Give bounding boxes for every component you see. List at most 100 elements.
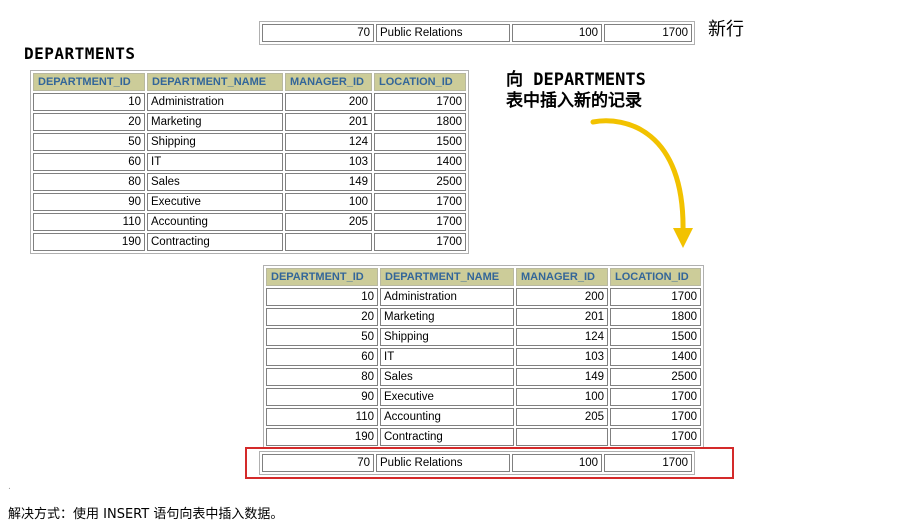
cell-department-name: Public Relations [376, 24, 510, 42]
cell-manager-id [285, 233, 372, 251]
cell-department-id: 80 [33, 173, 145, 191]
cell-location-id: 1400 [374, 153, 466, 171]
small-dot: . [8, 482, 11, 492]
new-row-table-top: 70 Public Relations 100 1700 [259, 21, 695, 45]
column-header-location-id: LOCATION_ID [610, 268, 701, 286]
cell-department-name: Marketing [147, 113, 283, 131]
cell-department-name: Administration [380, 288, 514, 306]
column-header-department-id: DEPARTMENT_ID [266, 268, 378, 286]
table-title: DEPARTMENTS [24, 44, 136, 63]
column-header-department-id: DEPARTMENT_ID [33, 73, 145, 91]
cell-location-id: 1800 [374, 113, 466, 131]
departments-table-original: DEPARTMENT_ID DEPARTMENT_NAME MANAGER_ID… [30, 70, 469, 254]
table-row: 80 Sales 149 2500 [266, 368, 701, 386]
table-row: 90 Executive 100 1700 [33, 193, 466, 211]
cell-department-id: 90 [266, 388, 378, 406]
cell-manager-id [516, 428, 608, 446]
cell-manager-id: 200 [516, 288, 608, 306]
cell-manager-id: 100 [285, 193, 372, 211]
cell-location-id: 2500 [610, 368, 701, 386]
table-row: 110 Accounting 205 1700 [266, 408, 701, 426]
cell-department-id: 20 [266, 308, 378, 326]
cell-department-id: 50 [266, 328, 378, 346]
cell-department-id: 50 [33, 133, 145, 151]
table-row: 50 Shipping 124 1500 [33, 133, 466, 151]
table-row: 90 Executive 100 1700 [266, 388, 701, 406]
cell-location-id: 1700 [610, 288, 701, 306]
table-row: 10 Administration 200 1700 [33, 93, 466, 111]
table-row: 110 Accounting 205 1700 [33, 213, 466, 231]
cell-location-id: 1700 [610, 408, 701, 426]
new-row-table-inserted: 70 Public Relations 100 1700 [259, 451, 695, 475]
table-row: 60 IT 103 1400 [266, 348, 701, 366]
cell-department-id: 110 [266, 408, 378, 426]
column-header-manager-id: MANAGER_ID [285, 73, 372, 91]
table-row: 190 Contracting 1700 [266, 428, 701, 446]
column-header-manager-id: MANAGER_ID [516, 268, 608, 286]
cell-manager-id: 149 [285, 173, 372, 191]
cell-department-name: Executive [380, 388, 514, 406]
cell-location-id: 1500 [374, 133, 466, 151]
cell-location-id: 1500 [610, 328, 701, 346]
cell-department-name: Contracting [147, 233, 283, 251]
callout-line-1: 向 DEPARTMENTS [506, 70, 646, 90]
cell-manager-id: 201 [285, 113, 372, 131]
cell-location-id: 1800 [610, 308, 701, 326]
cell-department-name: Accounting [380, 408, 514, 426]
cell-manager-id: 200 [285, 93, 372, 111]
cell-location-id: 1700 [604, 24, 692, 42]
cell-department-name: Sales [380, 368, 514, 386]
cell-department-id: 110 [33, 213, 145, 231]
cell-department-name: Marketing [380, 308, 514, 326]
cell-department-name: Shipping [147, 133, 283, 151]
column-header-location-id: LOCATION_ID [374, 73, 466, 91]
cell-location-id: 1700 [374, 213, 466, 231]
cell-manager-id: 124 [285, 133, 372, 151]
table-row: 10 Administration 200 1700 [266, 288, 701, 306]
cell-manager-id: 103 [516, 348, 608, 366]
cell-department-id: 20 [33, 113, 145, 131]
cell-department-name: IT [147, 153, 283, 171]
cell-location-id: 1700 [374, 93, 466, 111]
cell-manager-id: 205 [516, 408, 608, 426]
cell-department-id: 70 [262, 24, 374, 42]
cell-manager-id: 201 [516, 308, 608, 326]
cell-manager-id: 149 [516, 368, 608, 386]
table-row: 60 IT 103 1400 [33, 153, 466, 171]
cell-department-name: Shipping [380, 328, 514, 346]
cell-location-id: 1700 [374, 233, 466, 251]
cell-location-id: 1700 [374, 193, 466, 211]
cell-department-name: Accounting [147, 213, 283, 231]
cell-manager-id: 100 [512, 24, 602, 42]
cell-manager-id: 103 [285, 153, 372, 171]
cell-location-id: 1700 [610, 388, 701, 406]
cell-department-name: Executive [147, 193, 283, 211]
cell-department-id: 10 [266, 288, 378, 306]
cell-department-id: 60 [33, 153, 145, 171]
cell-manager-id: 205 [285, 213, 372, 231]
new-row-label: 新行 [708, 19, 744, 40]
cell-department-name: Public Relations [376, 454, 510, 472]
cell-department-id: 60 [266, 348, 378, 366]
cell-department-id: 190 [266, 428, 378, 446]
cell-department-id: 90 [33, 193, 145, 211]
cell-department-name: Contracting [380, 428, 514, 446]
column-header-department-name: DEPARTMENT_NAME [380, 268, 514, 286]
curved-arrow-icon [590, 118, 693, 248]
cell-department-id: 80 [266, 368, 378, 386]
cell-manager-id: 100 [516, 388, 608, 406]
table-header-row: DEPARTMENT_ID DEPARTMENT_NAME MANAGER_ID… [33, 73, 466, 91]
table-row: 80 Sales 149 2500 [33, 173, 466, 191]
cell-department-id: 10 [33, 93, 145, 111]
table-row: 70 Public Relations 100 1700 [262, 24, 692, 42]
cell-location-id: 1700 [610, 428, 701, 446]
cell-location-id: 2500 [374, 173, 466, 191]
table-header-row: DEPARTMENT_ID DEPARTMENT_NAME MANAGER_ID… [266, 268, 701, 286]
table-row: 70 Public Relations 100 1700 [262, 454, 692, 472]
cell-department-name: Sales [147, 173, 283, 191]
cell-department-name: Administration [147, 93, 283, 111]
callout-text: 向 DEPARTMENTS 表中插入新的记录 [506, 70, 646, 112]
cell-department-id: 70 [262, 454, 374, 472]
cell-location-id: 1700 [604, 454, 692, 472]
departments-table-result: DEPARTMENT_ID DEPARTMENT_NAME MANAGER_ID… [263, 265, 704, 449]
